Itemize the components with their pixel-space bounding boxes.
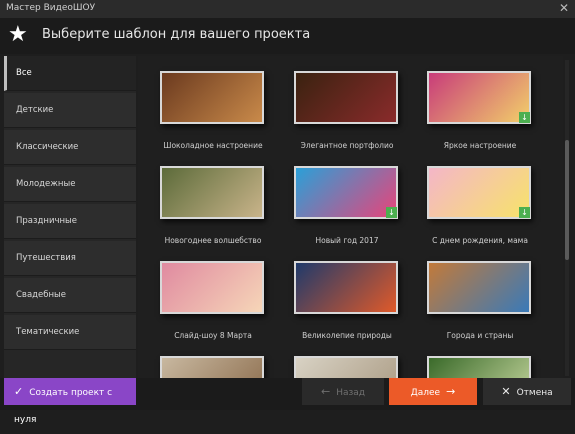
template-thumbnail[interactable] [160, 356, 264, 378]
template-thumbnail[interactable] [160, 166, 264, 219]
arrow-left-icon: ← [320, 385, 331, 398]
page-title: Выберите шаблон для вашего проекта [42, 27, 311, 42]
next-button[interactable]: Далее → [389, 378, 477, 405]
star-icon: ★ [8, 22, 28, 47]
download-icon: ↓ [386, 207, 397, 218]
category-thematic[interactable]: Тематические [4, 315, 136, 350]
template-name: Города и страны [446, 331, 514, 340]
arrow-right-icon: → [446, 385, 456, 398]
page-header: ★ Выберите шаблон для вашего проекта [0, 18, 575, 54]
template-thumbnail[interactable] [294, 71, 398, 124]
back-button-label: Назад [336, 388, 366, 398]
window-title: Мастер ВидеоШОУ [6, 3, 96, 13]
template-thumbnail[interactable] [427, 356, 531, 378]
download-icon: ↓ [519, 112, 530, 123]
category-holiday[interactable]: Праздничные [4, 204, 136, 239]
template-grid: Шоколадное настроение Элегантное портфол… [138, 56, 563, 378]
cancel-button[interactable]: ✕ Отмена [483, 378, 571, 405]
template-name: Яркое настроение [443, 141, 517, 150]
footer-bar: ✓ Создать проект с нуля ← Назад Далее → ✕ От… [0, 378, 575, 425]
template-name: С днем рождения, мама [432, 236, 528, 245]
category-kids[interactable]: Детские [4, 93, 136, 128]
template-thumbnail[interactable] [294, 261, 398, 314]
template-name: Великолепие природы [302, 331, 392, 340]
template-thumbnail[interactable] [427, 261, 531, 314]
template-thumbnail[interactable] [160, 71, 264, 124]
check-icon: ✓ [14, 385, 24, 398]
template-thumbnail[interactable] [294, 356, 398, 378]
download-icon: ↓ [519, 207, 530, 218]
scrollbar-thumb[interactable] [565, 140, 569, 260]
close-window-icon[interactable]: ✕ [559, 1, 569, 15]
close-icon: ✕ [501, 385, 511, 398]
template-name: Новый год 2017 [315, 236, 379, 245]
template-name: Шоколадное настроение [163, 141, 263, 150]
cancel-button-label: Отмена [516, 388, 553, 398]
template-name: Новогоднее волшебство [164, 236, 262, 245]
template-name: Элегантное портфолио [300, 141, 394, 150]
back-button[interactable]: ← Назад [302, 378, 384, 405]
category-youth[interactable]: Молодежные [4, 167, 136, 202]
template-name: Слайд-шоу 8 Марта [174, 331, 252, 340]
template-thumbnail[interactable]: ↓ [427, 71, 531, 124]
title-bar: Мастер ВидеоШОУ ✕ [0, 0, 575, 18]
category-sidebar: Все Детские Классические Молодежные Праз… [4, 56, 136, 378]
create-button-label: Создать проект с нуля [14, 388, 113, 425]
category-wedding[interactable]: Свадебные [4, 278, 136, 313]
template-thumbnail[interactable] [160, 261, 264, 314]
template-scrollbar[interactable] [565, 60, 569, 376]
category-all[interactable]: Все [4, 56, 136, 91]
category-travel[interactable]: Путешествия [4, 241, 136, 276]
template-thumbnail[interactable]: ↓ [427, 166, 531, 219]
category-classic[interactable]: Классические [4, 130, 136, 165]
create-from-scratch-button[interactable]: ✓ Создать проект с нуля [4, 378, 136, 425]
next-button-label: Далее [410, 388, 441, 398]
template-thumbnail[interactable]: ↓ [294, 166, 398, 219]
